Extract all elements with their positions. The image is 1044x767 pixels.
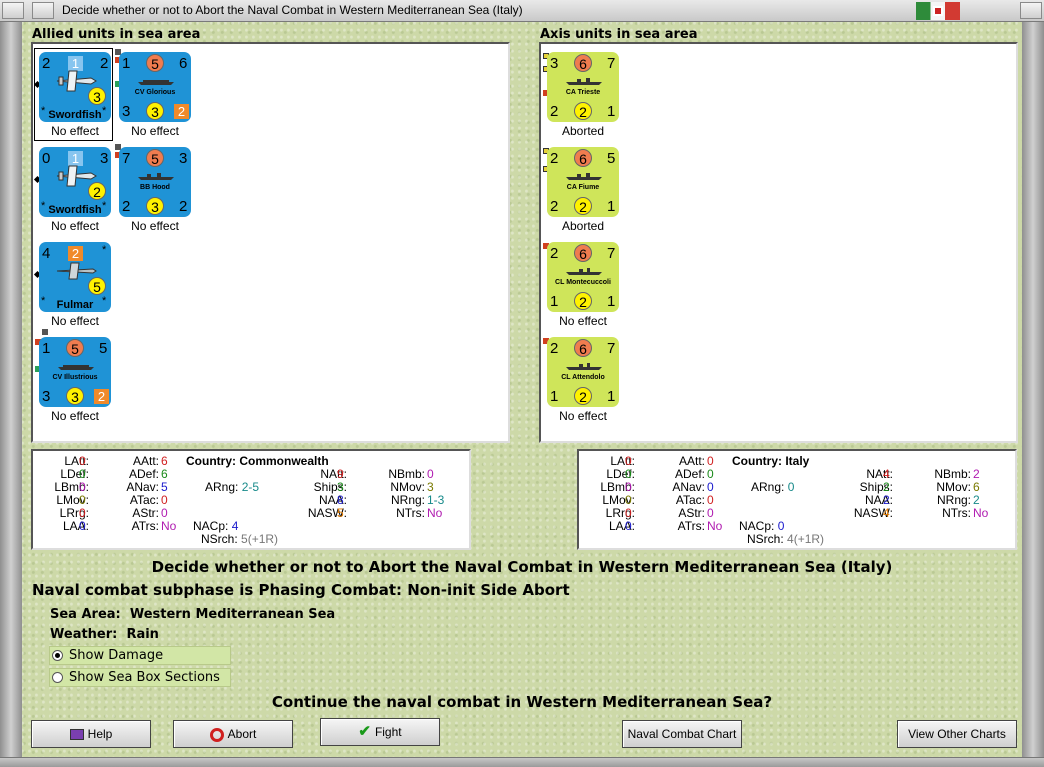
system-menu-button[interactable] xyxy=(2,2,24,19)
ship-icon xyxy=(566,268,602,275)
help-button[interactable]: Help xyxy=(31,720,151,748)
ship-icon xyxy=(58,365,94,370)
allied-stats-panel: LAtt: LDef: LBmb: LMov: LRrg: LAA: 000000 AAt… xyxy=(31,449,471,550)
italy-flag-icon xyxy=(916,2,960,20)
title-bar: Decide whether or not to Abort the Naval… xyxy=(0,0,1044,22)
show-sea-box-radio[interactable] xyxy=(52,672,63,683)
unit-result: Aborted xyxy=(561,219,605,233)
minimize-button[interactable] xyxy=(32,2,54,19)
unit-result: No effect xyxy=(559,409,607,423)
no-entry-icon xyxy=(209,727,224,742)
weather-value: Rain xyxy=(126,627,159,642)
window-title: Decide whether or not to Abort the Naval… xyxy=(62,3,523,17)
checkmark-icon: ✔ xyxy=(358,723,371,740)
continue-question: Continue the naval combat in Western Med… xyxy=(271,693,773,711)
view-other-charts-button[interactable]: View Other Charts xyxy=(897,720,1017,748)
bottom-border xyxy=(0,757,1044,767)
unit-result: No effect xyxy=(559,314,607,328)
weather-row: Weather: Rain xyxy=(50,627,159,642)
axis-stats-panel: LAtt: LDef: LBmb: LMov: LRrg: LAA: 000000 AAt… xyxy=(577,449,1017,550)
unit-counter-cl-attendolo[interactable]: 2 6 7 CL Attendolo 1 2 1 xyxy=(547,337,619,407)
unit-result: No effect xyxy=(51,409,99,423)
allied-units-panel: 2 1 2 3 * Swordfish * No effect 1 5 6 CV… xyxy=(31,42,510,443)
close-button[interactable] xyxy=(1020,2,1042,19)
abort-button[interactable]: Abort xyxy=(173,720,293,748)
show-damage-option[interactable]: Show Damage xyxy=(49,646,231,665)
unit-counter-cv-illustrious[interactable]: 1 5 5 CV Illustrious 3 3 2 xyxy=(39,337,111,407)
main-heading: Decide whether or not to Abort the Naval… xyxy=(151,558,893,576)
unit-counter-cl-montecuccoli[interactable]: 2 6 7 CL Montecuccoli 1 2 1 xyxy=(547,242,619,312)
axis-country: Italy xyxy=(785,454,810,468)
ship-icon xyxy=(566,173,602,180)
ship-icon xyxy=(138,80,174,85)
axis-heading: Axis units in sea area xyxy=(540,27,698,42)
unit-counter-swordfish[interactable]: 2 1 2 3 * Swordfish * xyxy=(39,52,111,122)
right-border xyxy=(1022,22,1044,767)
unit-result: No effect xyxy=(51,219,99,233)
ship-icon xyxy=(566,78,602,85)
sea-area-value: Western Mediterranean Sea xyxy=(129,607,336,622)
ship-icon xyxy=(566,363,602,370)
left-border xyxy=(0,22,22,767)
unit-result: No effect xyxy=(51,124,99,138)
unit-counter-ca-trieste[interactable]: 3 6 7 CA Trieste 2 2 1 xyxy=(547,52,619,122)
unit-counter-swordfish[interactable]: 0 1 3 2 * Swordfish * xyxy=(39,147,111,217)
unit-result: No effect xyxy=(131,219,179,233)
unit-result: Aborted xyxy=(561,124,605,138)
subphase-text: Naval combat subphase is Phasing Combat:… xyxy=(32,581,570,599)
unit-result: No effect xyxy=(131,124,179,138)
axis-units-panel: 3 6 7 CA Trieste 2 2 1 Aborted 2 6 5 CA … xyxy=(539,42,1018,443)
book-icon xyxy=(69,729,84,741)
unit-counter-ca-fiume[interactable]: 2 6 5 CA Fiume 2 2 1 xyxy=(547,147,619,217)
show-sea-box-option[interactable]: Show Sea Box Sections xyxy=(49,668,231,687)
fight-button[interactable]: ✔ Fight xyxy=(320,718,440,746)
allied-country: Commonwealth xyxy=(239,454,329,468)
sea-area-row: Sea Area: Western Mediterranean Sea xyxy=(50,607,336,622)
unit-counter-bb-hood[interactable]: 7 5 3 BB Hood 2 3 2 xyxy=(119,147,191,217)
ship-icon xyxy=(138,173,174,180)
naval-combat-chart-button[interactable]: Naval Combat Chart xyxy=(622,720,742,748)
unit-counter-fulmar[interactable]: 4 2 * 5 * Fulmar * xyxy=(39,242,111,312)
show-damage-radio[interactable] xyxy=(52,650,63,661)
unit-result: No effect xyxy=(51,314,99,328)
unit-counter-cv-glorious[interactable]: 1 5 6 CV Glorious 3 3 2 xyxy=(119,52,191,122)
allied-heading: Allied units in sea area xyxy=(32,27,201,42)
